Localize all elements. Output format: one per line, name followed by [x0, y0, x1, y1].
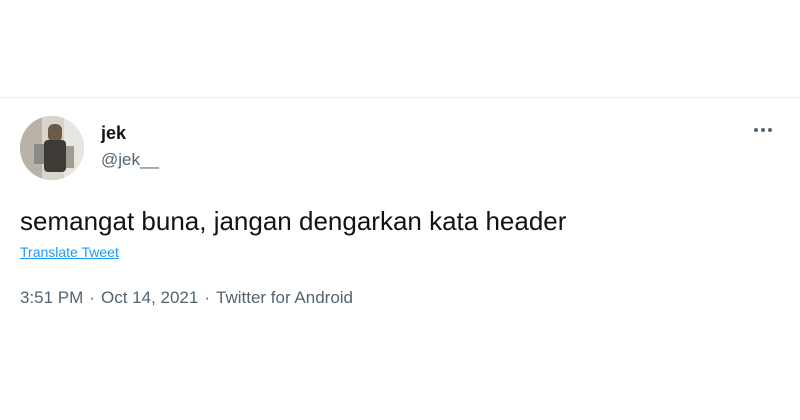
- translate-tweet-link[interactable]: Translate Tweet: [20, 243, 119, 261]
- avatar[interactable]: [20, 116, 84, 180]
- more-horizontal-icon: [754, 128, 772, 132]
- separator: ·: [89, 288, 95, 307]
- separator: ·: [204, 288, 210, 307]
- page: jek @jek__ semangat buna, jangan dengark…: [0, 0, 800, 420]
- tweet-source[interactable]: Twitter for Android: [216, 288, 353, 307]
- user-handle[interactable]: @jek__: [101, 150, 159, 170]
- tweet-card: jek @jek__ semangat buna, jangan dengark…: [0, 98, 800, 328]
- display-name[interactable]: jek: [101, 122, 126, 144]
- tweet-date[interactable]: Oct 14, 2021: [101, 288, 198, 307]
- tweet-metadata: 3:51 PM · Oct 14, 2021 · Twitter for Android: [20, 287, 353, 309]
- tweet-time[interactable]: 3:51 PM: [20, 288, 83, 307]
- avatar-photo: [20, 116, 84, 180]
- more-options-button[interactable]: [748, 120, 778, 140]
- tweet-text: semangat buna, jangan dengarkan kata hea…: [20, 206, 567, 236]
